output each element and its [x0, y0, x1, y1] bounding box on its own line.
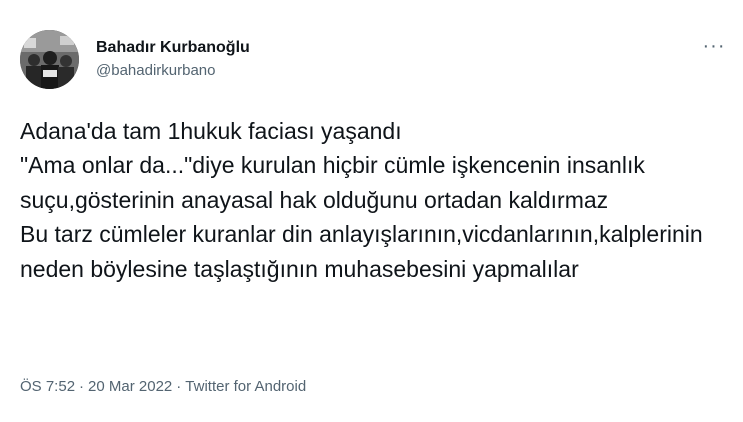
meta-separator: ·: [176, 378, 182, 395]
tweet-time-link[interactable]: ÖS 7:52 · 20 Mar 2022: [20, 378, 172, 395]
tweet-source-link[interactable]: Twitter for Android: [185, 378, 306, 395]
avatar[interactable]: [20, 30, 79, 89]
user-handle[interactable]: @bahadirkurbano: [96, 61, 250, 81]
tweet-meta: ÖS 7:52 · 20 Mar 2022 · Twitter for Android: [20, 377, 306, 397]
profile-photo-icon: [20, 30, 79, 89]
author-names: Bahadır Kurbanoğlu @bahadirkurbano: [96, 38, 250, 81]
meta-separator: ·: [79, 378, 85, 395]
tweet-header: Bahadır Kurbanoğlu @bahadirkurbano ···: [20, 30, 727, 90]
display-name[interactable]: Bahadır Kurbanoğlu: [96, 38, 250, 58]
more-horizontal-icon: ···: [702, 35, 726, 57]
tweet-date: 20 Mar 2022: [88, 378, 173, 395]
tweet-text: Adana'da tam 1hukuk faciası yaşandı "Ama…: [20, 118, 703, 282]
more-options-button[interactable]: ···: [701, 36, 727, 56]
tweet-card: Bahadır Kurbanoğlu @bahadirkurbano ··· A…: [0, 0, 743, 422]
tweet-time: ÖS 7:52: [20, 378, 76, 395]
